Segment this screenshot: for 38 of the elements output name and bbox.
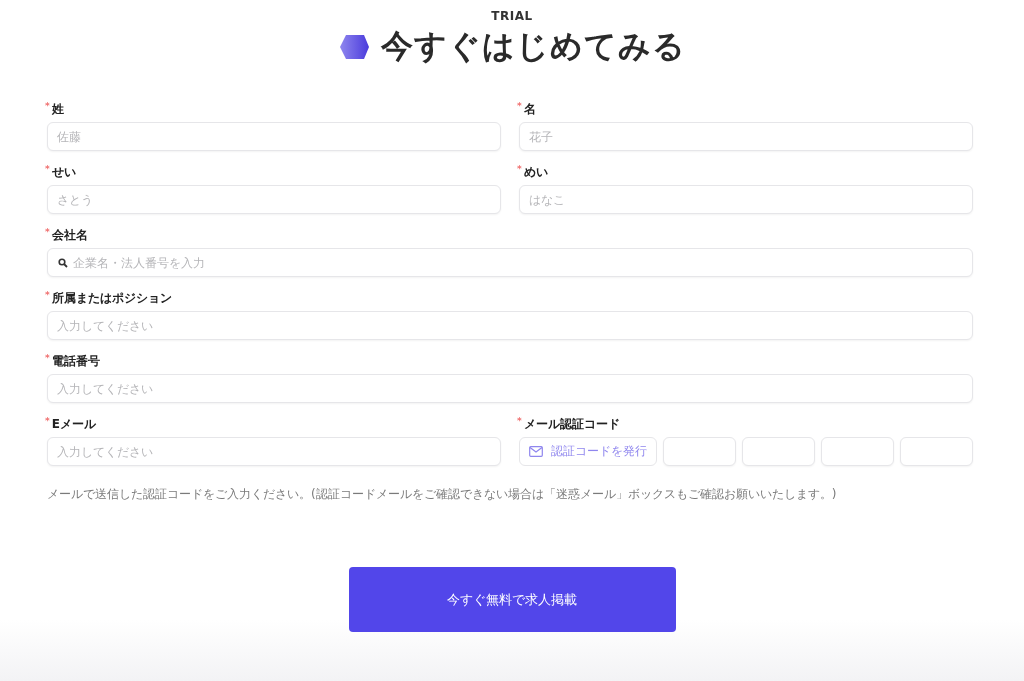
text-field[interactable]: さとう	[47, 185, 501, 214]
required-mark: *	[517, 101, 522, 111]
code-digit-field[interactable]	[742, 437, 815, 466]
text-field[interactable]: はなこ	[519, 185, 973, 214]
text-field[interactable]: 入力してください	[47, 437, 501, 466]
text-field[interactable]: 入力してください	[47, 311, 973, 340]
code-digit-field[interactable]	[821, 437, 894, 466]
required-mark: *	[45, 101, 50, 111]
field-label: 名	[523, 101, 536, 118]
field-label: せい	[51, 164, 76, 181]
search-field[interactable]: 企業名・法人番号を入力	[47, 248, 973, 277]
required-mark: *	[45, 416, 50, 426]
hexagon-icon	[338, 34, 369, 60]
required-mark: *	[517, 164, 522, 174]
text-field[interactable]: 入力してください	[47, 374, 973, 403]
required-mark: *	[45, 290, 50, 300]
field-label: 電話番号	[51, 353, 100, 370]
submit-button[interactable]: 今すぐ無料で求人掲載	[348, 567, 676, 632]
field-label: 会社名	[51, 227, 88, 244]
text-field[interactable]: 花子	[519, 122, 973, 151]
required-mark: *	[45, 353, 50, 363]
envelope-icon	[529, 446, 543, 457]
help-text: メールで送信した認証コードをご入力ください。(認証コードメールをご確認できない場合は「迷惑メール」ボックスもご確認お願いいたします。)	[47, 486, 838, 503]
field-label: 姓	[51, 101, 64, 118]
required-mark: *	[45, 227, 50, 237]
page-title: 今すぐはじめてみる	[380, 26, 686, 67]
section-eyebrow: TRIAL	[491, 9, 533, 23]
text-field[interactable]: 佐藤	[47, 122, 501, 151]
field-label: めい	[523, 164, 548, 181]
code-digit-field[interactable]	[663, 437, 736, 466]
field-label: メール認証コード	[523, 416, 620, 433]
field-label: Eメール	[51, 416, 96, 433]
required-mark: *	[517, 416, 522, 426]
issue-code-button[interactable]: 認証コードを発行	[519, 437, 657, 466]
code-digit-field[interactable]	[900, 437, 973, 466]
field-label: 所属またはポジション	[51, 290, 172, 307]
search-icon	[58, 258, 68, 268]
required-mark: *	[45, 164, 50, 174]
